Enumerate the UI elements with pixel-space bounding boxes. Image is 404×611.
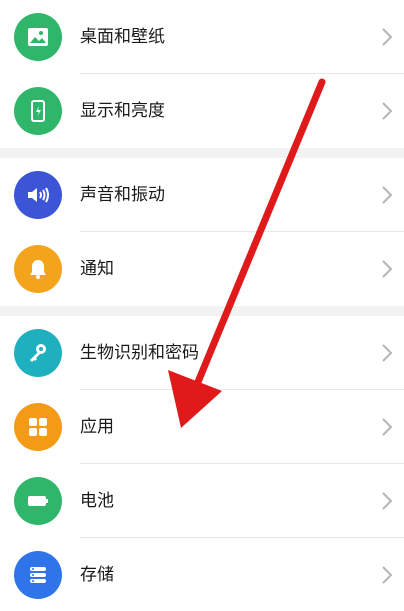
key-icon (14, 329, 62, 377)
chevron-right-icon (382, 186, 393, 204)
image-icon (14, 13, 62, 61)
settings-item-display-brightness[interactable]: 显示和亮度 (0, 74, 404, 148)
section-gap (0, 306, 404, 316)
chevron-right-icon (382, 492, 393, 510)
settings-item-desktop-wallpaper[interactable]: 桌面和壁纸 (0, 0, 404, 74)
bell-icon (14, 245, 62, 293)
phone-brightness-icon (14, 87, 62, 135)
settings-item-label: 应用 (80, 417, 114, 437)
settings-page: 桌面和壁纸 显示和亮度 声音和振动 通知 生物识别和密码 应用 电池 存储 (0, 0, 404, 611)
settings-item-notifications[interactable]: 通知 (0, 232, 404, 306)
section-gap (0, 148, 404, 158)
chevron-right-icon (382, 566, 393, 584)
settings-item-label: 显示和亮度 (80, 101, 165, 121)
chevron-right-icon (382, 344, 393, 362)
settings-item-label: 声音和振动 (80, 185, 165, 205)
settings-item-storage[interactable]: 存储 (0, 538, 404, 611)
apps-grid-icon (14, 403, 62, 451)
chevron-right-icon (382, 102, 393, 120)
settings-item-sound-vibration[interactable]: 声音和振动 (0, 158, 404, 232)
chevron-right-icon (382, 28, 393, 46)
settings-item-apps[interactable]: 应用 (0, 390, 404, 464)
storage-icon (14, 551, 62, 599)
settings-item-label: 通知 (80, 259, 114, 279)
settings-item-label: 桌面和壁纸 (80, 27, 165, 47)
chevron-right-icon (382, 418, 393, 436)
chevron-right-icon (382, 260, 393, 278)
settings-item-battery[interactable]: 电池 (0, 464, 404, 538)
speaker-icon (14, 171, 62, 219)
settings-item-label: 存储 (80, 565, 114, 585)
settings-item-biometrics-password[interactable]: 生物识别和密码 (0, 316, 404, 390)
settings-item-label: 电池 (80, 491, 114, 511)
battery-icon (14, 477, 62, 525)
settings-item-label: 生物识别和密码 (80, 343, 199, 363)
